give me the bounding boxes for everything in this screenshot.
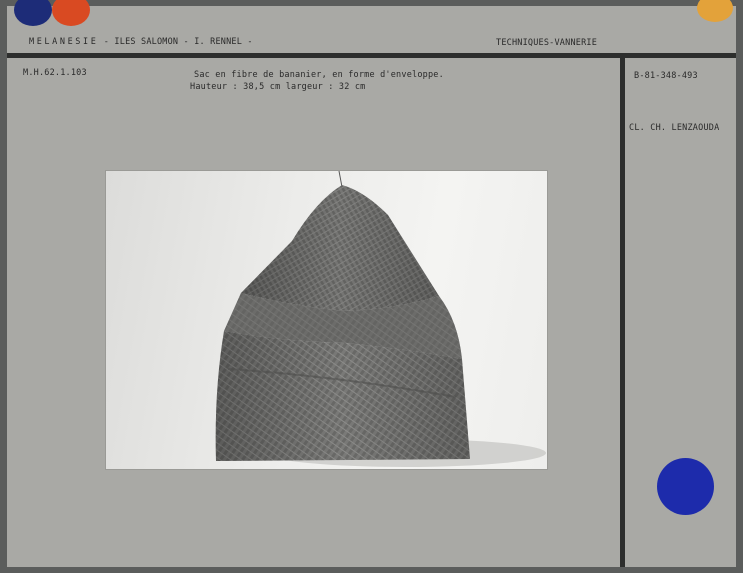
inventory-number: M.H.62.1.103 [23, 68, 87, 78]
header-divider [7, 53, 736, 58]
woven-bag-image [215, 171, 546, 467]
region-label: MELANESIE [29, 37, 99, 47]
blue-marker-dot [657, 458, 714, 515]
description-line-2: Hauteur : 38,5 cm largeur : 32 cm [190, 82, 366, 92]
yellow-marker-dot [697, 0, 733, 22]
description-line-1: Sac en fibre de bananier, en forme d'env… [194, 70, 444, 80]
navy-marker-dot [14, 0, 52, 26]
photo-reference: B-81-348-493 [634, 71, 698, 81]
category-label: TECHNIQUES-VANNERIE [496, 38, 598, 48]
column-divider [620, 58, 625, 567]
catalog-card: MELANESIE - ILES SALOMON - I. RENNEL - T… [7, 0, 736, 567]
header-region-line: MELANESIE - ILES SALOMON - I. RENNEL - [29, 37, 253, 47]
object-description: Sac en fibre de bananier, en forme d'env… [190, 69, 444, 93]
photo-credit: CL. CH. LENZAOUDA [629, 123, 720, 133]
location-label: - ILES SALOMON - I. RENNEL - [103, 37, 253, 47]
orange-marker-dot [52, 0, 90, 26]
object-photograph [106, 171, 547, 469]
